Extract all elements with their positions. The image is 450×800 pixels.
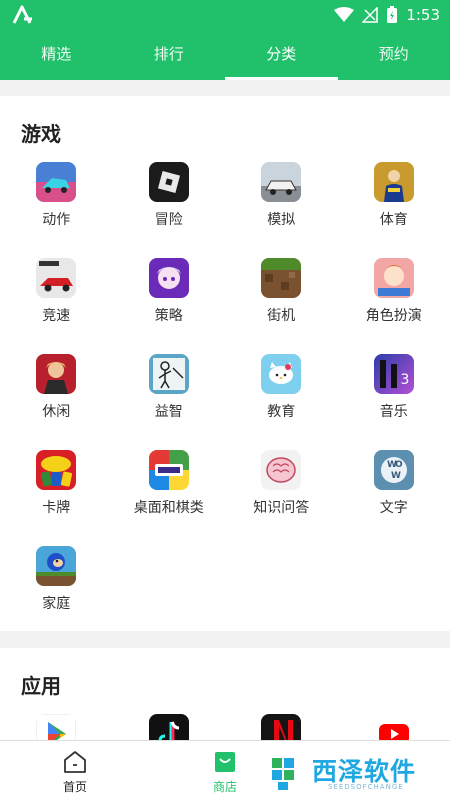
- category-adventure[interactable]: 冒险: [113, 162, 226, 258]
- nav-home[interactable]: 首页: [0, 741, 150, 800]
- category-puzzle[interactable]: 益智: [113, 354, 226, 450]
- category-label: 策略: [154, 308, 183, 324]
- app-item[interactable]: [225, 714, 338, 743]
- app-logo-icon: [12, 5, 32, 24]
- app-item[interactable]: [113, 714, 226, 743]
- category-arcade[interactable]: 街机: [225, 258, 338, 354]
- race-car-icon: [36, 258, 77, 298]
- category-simulation[interactable]: 模拟: [225, 162, 338, 258]
- brain-test-icon: [261, 450, 302, 490]
- category-music[interactable]: 3 音乐: [338, 354, 450, 450]
- games-section: 游戏 动作 冒险 模拟 体育 竞速 策略 街机 角色扮演 休闲 益智 教育 3 …: [0, 96, 450, 631]
- category-label: 卡牌: [42, 500, 71, 516]
- store-bag-icon: [215, 752, 235, 772]
- category-label: 教育: [267, 404, 296, 420]
- category-label: 音乐: [379, 404, 408, 420]
- category-label: 知识问答: [253, 500, 310, 516]
- minecraft-icon: [261, 258, 302, 298]
- home-icon: [64, 751, 86, 773]
- svg-text:W: W: [391, 471, 401, 481]
- anime-character-icon: [148, 258, 189, 298]
- category-casual[interactable]: 休闲: [0, 354, 113, 450]
- play-store-icon: [36, 714, 77, 743]
- hello-kitty-icon: [261, 354, 302, 394]
- netflix-icon: [261, 714, 302, 743]
- category-label: 桌面和棋类: [133, 500, 204, 516]
- category-label: 模拟: [267, 212, 296, 228]
- category-word[interactable]: WOW 文字: [338, 450, 450, 546]
- app-item[interactable]: [338, 714, 450, 743]
- nav-store-label: 商店: [212, 780, 237, 794]
- category-sports[interactable]: 体育: [338, 162, 450, 258]
- category-action[interactable]: 动作: [0, 162, 113, 258]
- category-education[interactable]: 教育: [225, 354, 338, 450]
- category-trivia[interactable]: 知识问答: [225, 450, 338, 546]
- category-label: 休闲: [42, 404, 71, 420]
- svg-text:O: O: [395, 460, 403, 470]
- category-label: 冒险: [154, 212, 183, 228]
- section-title-apps: 应用: [21, 674, 61, 698]
- tab-reservation[interactable]: 预约: [338, 30, 450, 80]
- stickman-icon: [148, 354, 189, 394]
- app-item[interactable]: [0, 714, 113, 743]
- cartoon-character-icon: [373, 258, 414, 298]
- category-label: 家庭: [42, 596, 71, 612]
- category-label: 文字: [379, 500, 408, 516]
- status-time: 1:53: [406, 6, 440, 24]
- word-game-icon: WOW: [373, 450, 414, 490]
- category-card[interactable]: 卡牌: [0, 450, 113, 546]
- youtube-icon: [373, 714, 414, 743]
- category-label: 竞速: [42, 308, 71, 324]
- nav-home-label: 首页: [62, 780, 87, 794]
- category-strategy[interactable]: 策略: [113, 258, 226, 354]
- status-bar: 1:53: [0, 0, 450, 30]
- uno-icon: [36, 450, 77, 490]
- category-label: 街机: [267, 308, 296, 324]
- svg-text:3: 3: [400, 372, 409, 388]
- category-board[interactable]: 桌面和棋类: [113, 450, 226, 546]
- roblox-icon: [148, 162, 189, 202]
- piano-tiles-icon: 3: [373, 354, 414, 394]
- sonic-icon: [36, 546, 77, 586]
- apps-category-row: [0, 714, 450, 743]
- category-label: 益智: [154, 404, 183, 420]
- tab-categories[interactable]: 分类: [225, 30, 338, 80]
- category-racing[interactable]: 竞速: [0, 258, 113, 354]
- tiktok-icon: [148, 714, 189, 743]
- category-family[interactable]: 家庭: [0, 546, 113, 642]
- category-roleplay[interactable]: 角色扮演: [338, 258, 450, 354]
- top-tab-bar: 精选 排行 分类 预约: [0, 30, 450, 80]
- category-label: 动作: [42, 212, 71, 228]
- watermark-logo-icon: [272, 758, 294, 790]
- battery-icon: [387, 6, 398, 23]
- car-simulator-icon: [261, 162, 302, 202]
- apps-section: 应用: [0, 648, 450, 743]
- category-label: 体育: [379, 212, 408, 228]
- games-category-grid: 动作 冒险 模拟 体育 竞速 策略 街机 角色扮演 休闲 益智 教育 3 音乐 …: [0, 162, 450, 642]
- fighter-character-icon: [36, 354, 77, 394]
- soccer-player-icon: [373, 162, 414, 202]
- section-title-games: 游戏: [21, 122, 61, 146]
- watermark: 西泽软件 SEEDSOFCHANGE: [268, 752, 440, 794]
- watermark-subtext: SEEDSOFCHANGE: [328, 783, 404, 791]
- wifi-icon: [334, 7, 355, 22]
- tab-ranking[interactable]: 排行: [113, 30, 226, 80]
- tab-featured[interactable]: 精选: [0, 30, 113, 80]
- signal-icon: [362, 7, 379, 23]
- category-label: 角色扮演: [365, 308, 422, 324]
- racing-car-icon: [36, 162, 77, 202]
- ludo-king-icon: [148, 450, 189, 490]
